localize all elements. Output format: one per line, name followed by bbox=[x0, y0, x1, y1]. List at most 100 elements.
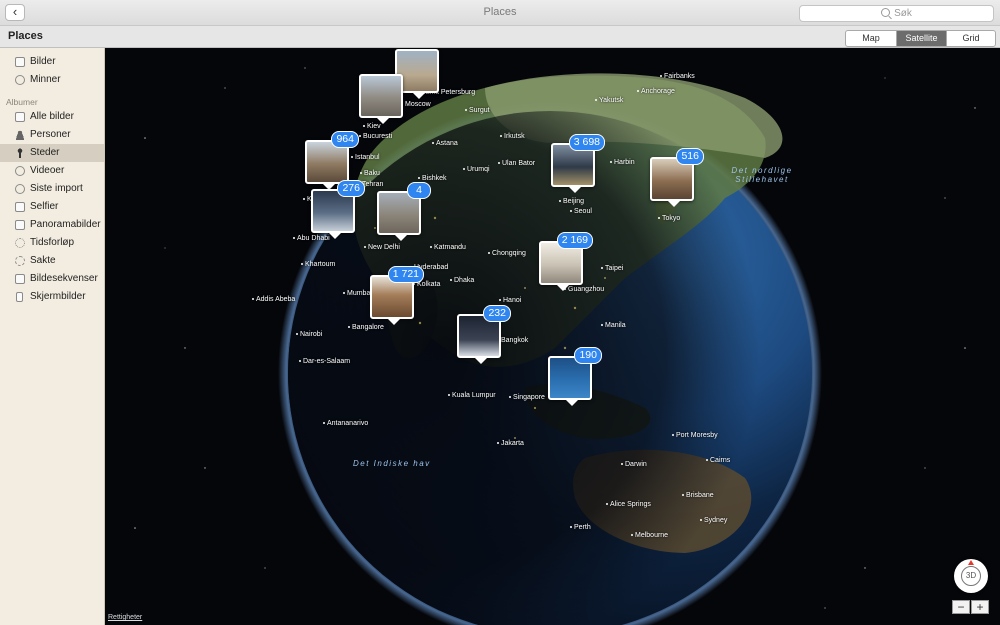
cluster-count-badge: 4 bbox=[407, 182, 431, 199]
compass-label: 3D bbox=[961, 566, 981, 586]
photo-cluster-pin[interactable]: 516 bbox=[650, 148, 704, 207]
city-label: Melbourne bbox=[631, 532, 668, 539]
sidebar-item-bilder[interactable]: Bilder bbox=[0, 53, 104, 71]
photo-cluster-pin[interactable]: 276 bbox=[311, 180, 365, 239]
city-label: Dar-es-Salaam bbox=[299, 358, 350, 365]
title-bar: ‹ Places Søk bbox=[0, 0, 1000, 26]
video-icon bbox=[15, 166, 25, 176]
timelapse-icon bbox=[15, 238, 25, 248]
cluster-count-badge: 3 698 bbox=[568, 134, 605, 151]
cluster-count-badge: 516 bbox=[676, 148, 704, 165]
city-label: Istanbul bbox=[351, 154, 380, 161]
photo-cluster-pin[interactable]: 3 698 bbox=[551, 134, 605, 193]
city-label: Taipei bbox=[601, 265, 623, 272]
city-label: Darwin bbox=[621, 461, 647, 468]
city-label: Kiev bbox=[363, 123, 381, 130]
photo-cluster-pin[interactable]: 964 bbox=[305, 131, 359, 190]
city-label: Tokyo bbox=[658, 215, 680, 222]
camera-icon bbox=[15, 202, 25, 212]
sidebar-item-alle-bilder[interactable]: Alle bilder bbox=[0, 108, 104, 126]
city-label: Guangzhou bbox=[564, 286, 604, 293]
city-label: Manila bbox=[601, 322, 626, 329]
segment-grid[interactable]: Grid bbox=[947, 31, 995, 46]
sidebar-item-personer[interactable]: Personer bbox=[0, 126, 104, 144]
compass-3d-button[interactable]: 3D bbox=[954, 559, 988, 593]
city-label: Sydney bbox=[700, 517, 727, 524]
city-label: Katmandu bbox=[430, 244, 466, 251]
slowmo-icon bbox=[15, 256, 25, 266]
photo-cluster-pin[interactable]: 1 721 bbox=[370, 266, 424, 325]
segment-map[interactable]: Map bbox=[846, 31, 897, 46]
city-label: Seoul bbox=[570, 208, 592, 215]
compass-north-icon bbox=[968, 560, 974, 565]
city-label: Bangalore bbox=[348, 324, 384, 331]
search-placeholder: Søk bbox=[894, 8, 912, 19]
city-label: Baku bbox=[360, 170, 380, 177]
search-icon bbox=[881, 8, 891, 17]
photo-cluster-pin[interactable]: 190 bbox=[548, 347, 602, 406]
globe bbox=[134, 67, 976, 625]
toolbar: Places Map Satellite Grid bbox=[0, 26, 1000, 48]
sidebar-item-videoer[interactable]: Videoer bbox=[0, 162, 104, 180]
cluster-count-badge: 276 bbox=[337, 180, 365, 197]
memories-icon bbox=[15, 75, 25, 85]
city-label: Port Moresby bbox=[672, 432, 718, 439]
city-label: Bangkok bbox=[497, 337, 528, 344]
city-label: Bucuresti bbox=[359, 133, 392, 140]
city-label: Hanoi bbox=[499, 297, 521, 304]
import-icon bbox=[15, 184, 25, 194]
cluster-count-badge: 232 bbox=[483, 305, 511, 322]
city-label: Irkutsk bbox=[500, 133, 525, 140]
city-label: Anchorage bbox=[637, 88, 675, 95]
city-label: Antananarivo bbox=[323, 420, 368, 427]
sidebar-item-siste-import[interactable]: Siste import bbox=[0, 180, 104, 198]
segment-satellite[interactable]: Satellite bbox=[897, 31, 947, 46]
city-label: Beijing bbox=[559, 198, 584, 205]
zoom-in-button[interactable]: + bbox=[971, 600, 989, 614]
satellite-map[interactable]: Fairbanks Anchorage Yakutsk Sankt Peters… bbox=[105, 48, 1000, 625]
sidebar-item-sakte[interactable]: Sakte bbox=[0, 252, 104, 270]
city-label: Addis Abeba bbox=[252, 296, 295, 303]
cluster-count-badge: 2 169 bbox=[556, 232, 593, 249]
cluster-count-badge: 1 721 bbox=[387, 266, 424, 283]
sea-label: Det nordlige Stillehavet bbox=[731, 166, 793, 184]
city-label: Perth bbox=[570, 524, 591, 531]
sidebar-item-steder[interactable]: Steder bbox=[0, 144, 104, 162]
sidebar-item-panoramabilder[interactable]: Panoramabilder bbox=[0, 216, 104, 234]
location-pin-icon bbox=[15, 148, 25, 158]
city-label: Surgut bbox=[465, 107, 490, 114]
city-label: Ulan Bator bbox=[498, 160, 535, 167]
sea-label: Det Indiske hav bbox=[353, 459, 431, 468]
photo-cluster-pin[interactable] bbox=[359, 74, 403, 124]
cluster-count-badge: 964 bbox=[331, 131, 359, 148]
sidebar-item-bildesekvenser[interactable]: Bildesekvenser bbox=[0, 270, 104, 288]
search-field[interactable]: Søk bbox=[799, 5, 994, 22]
albums-header: Albumer bbox=[6, 97, 38, 107]
city-label: Harbin bbox=[610, 159, 635, 166]
cluster-count-badge: 190 bbox=[574, 347, 602, 364]
city-label: Khartoum bbox=[301, 261, 335, 268]
panorama-icon bbox=[15, 220, 25, 230]
city-label: Astana bbox=[432, 140, 458, 147]
sidebar-item-selfier[interactable]: Selfier bbox=[0, 198, 104, 216]
sidebar-item-minner[interactable]: Minner bbox=[0, 71, 104, 89]
legal-link[interactable]: Rettigheter bbox=[108, 614, 142, 621]
city-label: Cairns bbox=[706, 457, 730, 464]
screenshot-icon bbox=[16, 292, 23, 302]
city-label: Chongqing bbox=[488, 250, 526, 257]
photo-cluster-pin[interactable]: 232 bbox=[457, 305, 511, 364]
city-label: Mumbai bbox=[343, 290, 372, 297]
city-label: Moscow bbox=[401, 101, 431, 108]
all-photos-icon bbox=[15, 112, 25, 122]
zoom-out-button[interactable]: − bbox=[952, 600, 970, 614]
photo-cluster-pin[interactable]: 4 bbox=[377, 182, 431, 241]
burst-icon bbox=[15, 274, 25, 284]
zoom-controls: − + bbox=[952, 600, 989, 614]
photo-cluster-pin[interactable]: 2 169 bbox=[539, 232, 593, 291]
sidebar-item-skjermbilder[interactable]: Skjermbilder bbox=[0, 288, 104, 306]
city-label: Jakarta bbox=[497, 440, 524, 447]
city-label: Yakutsk bbox=[595, 97, 623, 104]
sidebar-item-tidsforlop[interactable]: Tidsforløp bbox=[0, 234, 104, 252]
city-label: Alice Springs bbox=[606, 501, 651, 508]
city-label: Brisbane bbox=[682, 492, 714, 499]
